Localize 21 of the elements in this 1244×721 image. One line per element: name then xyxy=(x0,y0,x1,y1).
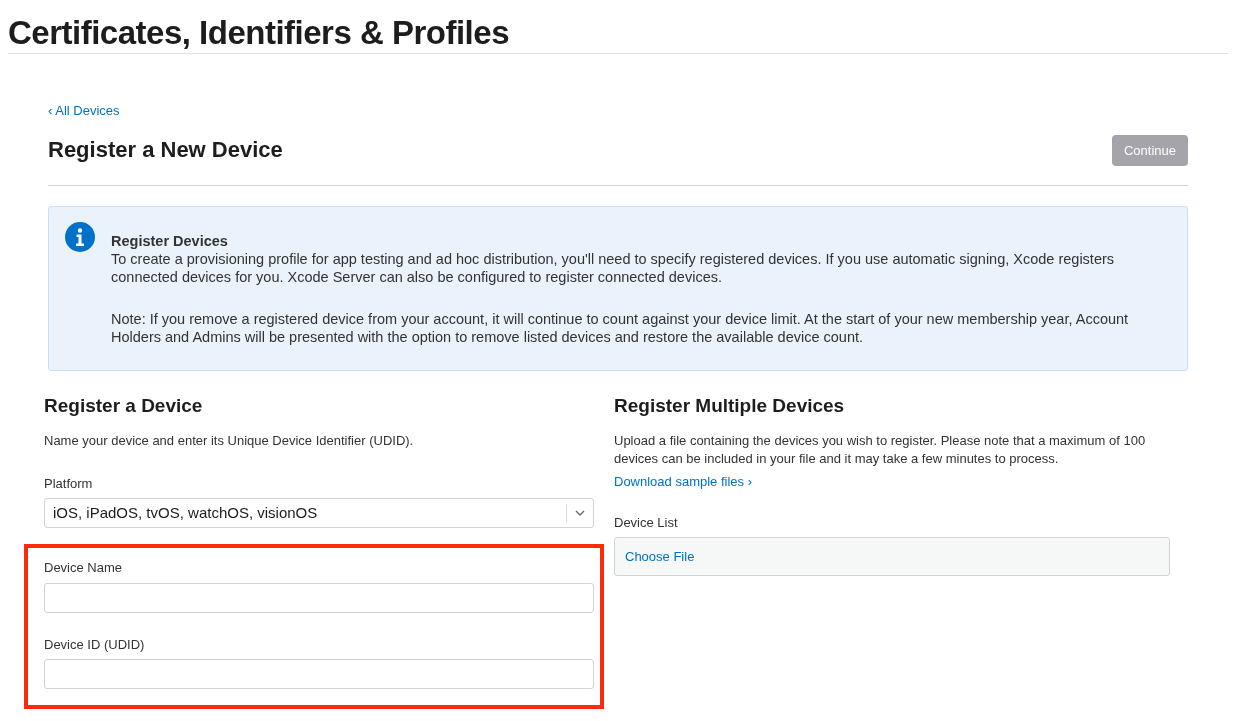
info-paragraph: Note: If you remove a registered device from your account, it will continue to count against your device limit. At the start of your new membership year, Account Holders and Admins will be presented with the option to remove listed devices and restore the available device count. xyxy=(111,310,1130,346)
file-chooser[interactable]: Choose File xyxy=(614,537,1170,577)
field-label: Platform xyxy=(44,474,94,493)
section-description: Name your device and enter its Unique Device Identifier (UDID). xyxy=(44,431,415,450)
page-title: Certificates, Identifiers & Profiles xyxy=(8,13,510,49)
info-paragraph: To create a provisioning profile for app testing and ad hoc distribution, you'll need to specify registered devices. If you use automatic signing, Xcode registers connected devices for you. Xcode Server can also be configured to register connected devices. xyxy=(111,250,1116,286)
section-heading: Register Multiple Devices xyxy=(614,395,846,418)
download-link[interactable]: Download sample files › xyxy=(614,471,752,492)
platform-select[interactable]: iOS, iPadOS, tvOS, watchOS, visionOS xyxy=(44,498,594,529)
input-field[interactable] xyxy=(44,582,594,613)
back-link[interactable]: ‹ All Devices xyxy=(48,103,120,118)
page-heading: Register a New Device xyxy=(48,137,283,164)
input-field[interactable] xyxy=(44,659,594,690)
info-icon xyxy=(65,222,95,252)
field-label: Device List xyxy=(614,513,679,532)
field-label: Device ID (UDID) xyxy=(44,635,146,654)
field-label: Device Name xyxy=(44,559,124,578)
section-description: Upload a file containing the devices you wish to register. Please note that a maximum of 100 devices can be included in your file and it may take a few minutes to process. xyxy=(614,431,1147,468)
info-title: Register Devices xyxy=(111,232,229,250)
chevron-down-icon xyxy=(575,510,585,517)
section-heading: Register a Device xyxy=(44,395,204,418)
